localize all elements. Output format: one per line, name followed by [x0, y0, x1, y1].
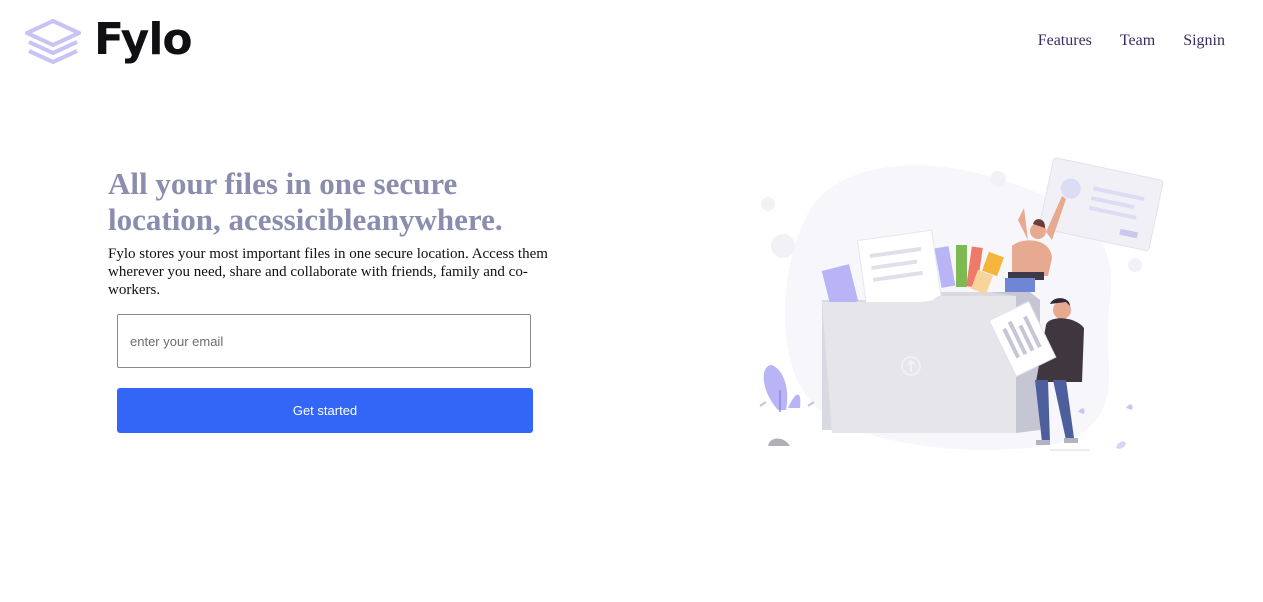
stacked-layers-icon	[25, 19, 81, 64]
nav-signin[interactable]: Signin	[1183, 32, 1225, 50]
nav-team[interactable]: Team	[1120, 32, 1155, 50]
get-started-button[interactable]: Get started	[117, 388, 533, 433]
brand-name: Fylo	[94, 14, 193, 65]
hero-description: Fylo stores your most important files in…	[108, 246, 548, 298]
main-nav: Features Team Signin	[1038, 32, 1225, 50]
email-input[interactable]	[117, 314, 531, 368]
file-collaboration-illustration	[759, 157, 1164, 451]
hero-headline: All your files in one secure location, a…	[108, 166, 503, 237]
nav-features[interactable]: Features	[1038, 32, 1092, 50]
logo[interactable]: Fylo	[24, 14, 193, 70]
